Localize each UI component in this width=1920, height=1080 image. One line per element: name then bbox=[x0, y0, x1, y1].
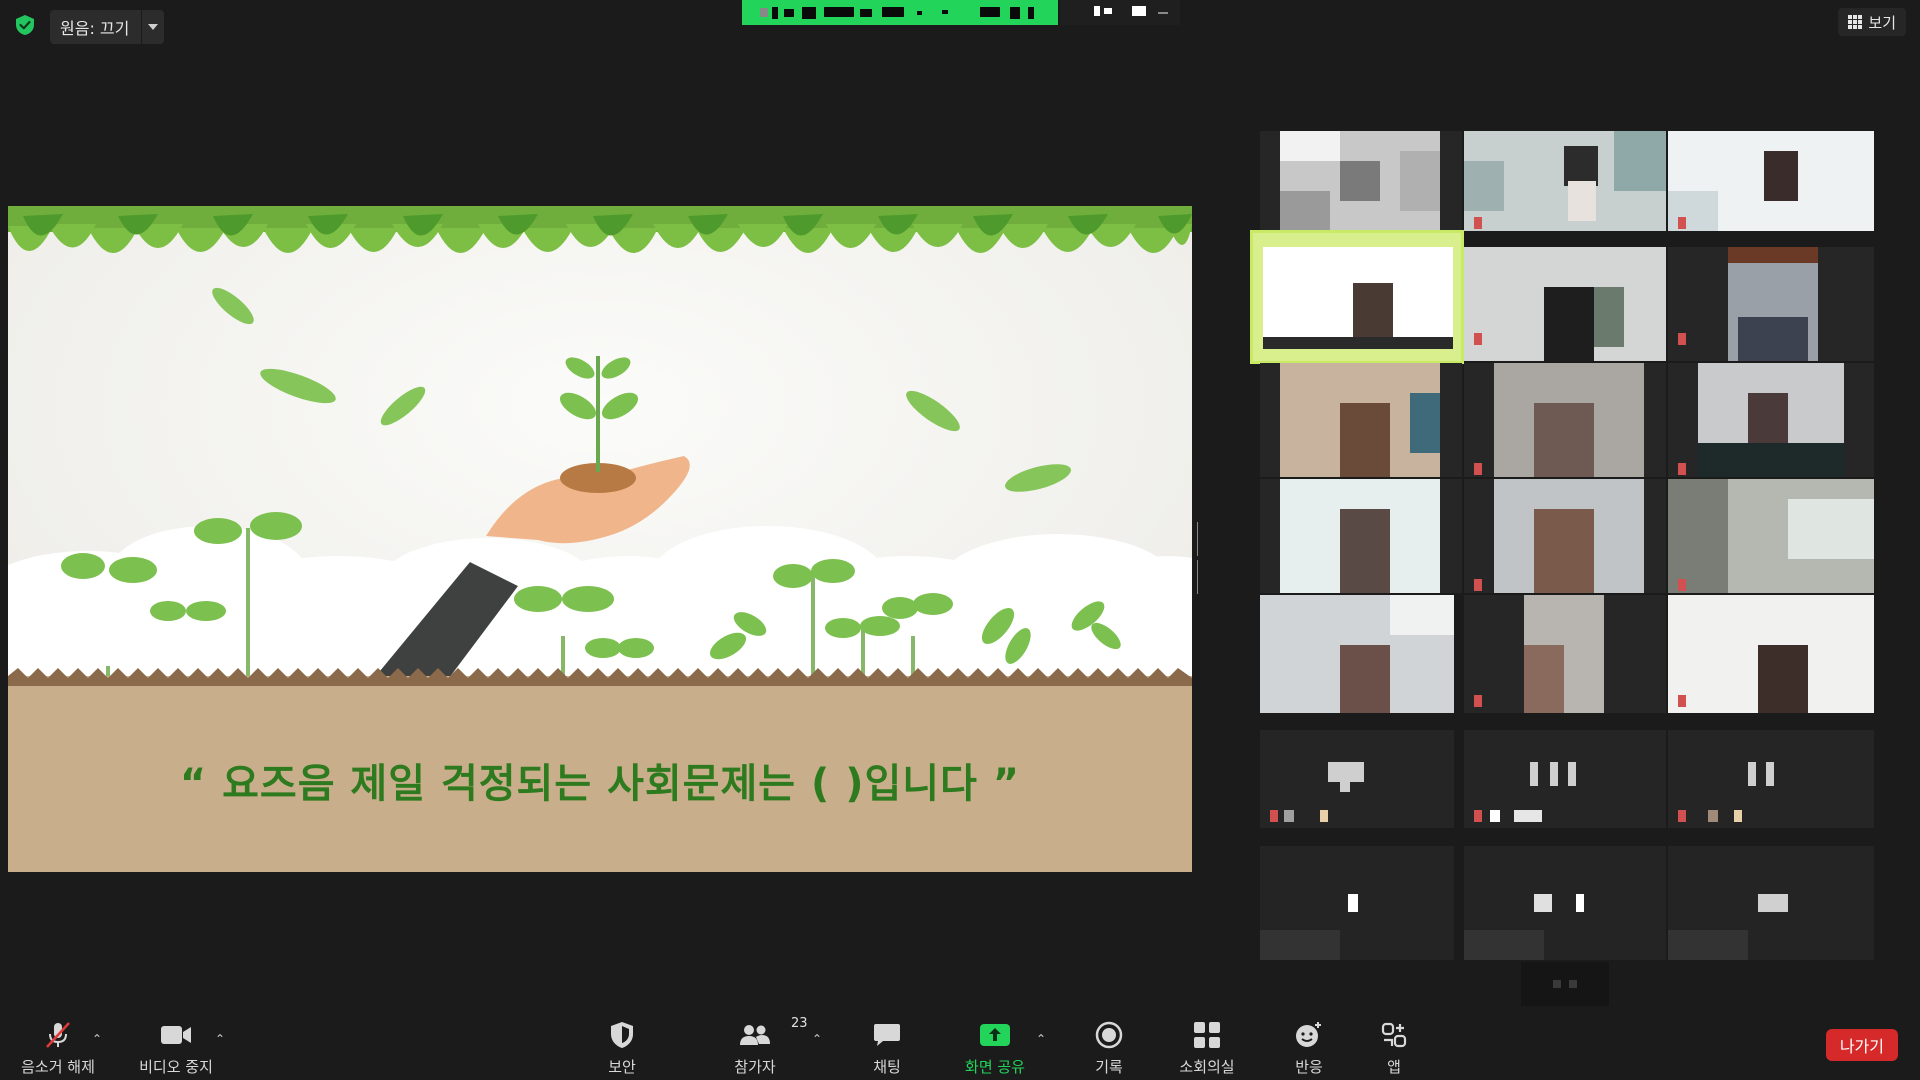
chat-bubble-icon bbox=[874, 1024, 900, 1046]
top-bar: 원음: 끄기 보기 bbox=[0, 0, 1920, 48]
breakout-rooms-button[interactable]: 소회의실 bbox=[1172, 1020, 1242, 1080]
apps-button[interactable]: 앱 bbox=[1380, 1020, 1408, 1080]
record-label: 기록 bbox=[1095, 1058, 1123, 1076]
participant-tile-video-off[interactable] bbox=[1668, 730, 1874, 828]
original-sound-control[interactable]: 원음: 끄기 bbox=[50, 10, 165, 44]
pixelated-text bbox=[980, 7, 1000, 17]
pixelated-text bbox=[1158, 12, 1168, 14]
reactions-label: 반응 bbox=[1295, 1058, 1323, 1076]
pixelated-text bbox=[942, 10, 948, 14]
record-icon bbox=[1095, 1021, 1123, 1049]
view-button[interactable]: 보기 bbox=[1838, 8, 1906, 36]
breakout-rooms-label: 소회의실 bbox=[1179, 1058, 1235, 1076]
participant-tile-video-off[interactable] bbox=[1464, 846, 1666, 960]
participant-tile[interactable] bbox=[1260, 131, 1462, 231]
chevron-up-icon[interactable]: ⌃ bbox=[1036, 1032, 1046, 1046]
pixelated-text bbox=[882, 7, 904, 17]
chevron-up-icon[interactable]: ⌃ bbox=[92, 1032, 102, 1046]
participants-button[interactable]: 23 참가자 bbox=[720, 1016, 807, 1080]
participant-tile[interactable] bbox=[1260, 595, 1454, 713]
grid-icon bbox=[1848, 15, 1863, 29]
pixelated-text bbox=[802, 7, 816, 19]
pixelated-text bbox=[917, 11, 922, 15]
participant-tile-video-off[interactable] bbox=[1464, 730, 1666, 828]
share-screen-label: 화면 공유 bbox=[965, 1058, 1025, 1076]
participant-tile[interactable] bbox=[1260, 479, 1462, 593]
leave-meeting-button[interactable]: 나가기 bbox=[1825, 1029, 1898, 1061]
apps-icon bbox=[1381, 1022, 1407, 1048]
pixelated-text bbox=[760, 8, 768, 17]
pixelated-text bbox=[1094, 6, 1100, 16]
chat-button[interactable]: 채팅 bbox=[862, 1020, 912, 1080]
pixelated-text bbox=[772, 7, 778, 19]
microphone-muted-icon bbox=[46, 1022, 70, 1048]
gallery-page-indicator[interactable] bbox=[1521, 962, 1609, 1006]
pixelated-text bbox=[1104, 8, 1112, 14]
security-label: 보안 bbox=[608, 1058, 636, 1076]
apps-label: 앱 bbox=[1387, 1058, 1401, 1076]
chevron-up-icon[interactable]: ⌃ bbox=[812, 1032, 822, 1046]
participant-tile-active-speaker[interactable] bbox=[1250, 230, 1464, 364]
reactions-button[interactable]: 반응 bbox=[1284, 1020, 1334, 1080]
participant-tile-video-off[interactable] bbox=[1260, 730, 1454, 828]
chat-label: 채팅 bbox=[873, 1058, 901, 1076]
chevron-up-icon[interactable]: ⌃ bbox=[215, 1032, 225, 1046]
security-shield-icon[interactable] bbox=[14, 14, 36, 36]
pixelated-text bbox=[860, 9, 872, 17]
participants-count: 23 bbox=[791, 1016, 808, 1031]
original-sound-label[interactable]: 원음: 끄기 bbox=[50, 15, 141, 39]
screen-share-banner-extra[interactable] bbox=[1060, 0, 1180, 25]
pixelated-text bbox=[1028, 7, 1034, 19]
participant-tile[interactable] bbox=[1464, 131, 1666, 231]
shared-screen-slide: “ 요즈음 제일 걱정되는 사회문제는 ( )입니다 ” bbox=[8, 206, 1192, 872]
share-screen-button[interactable]: 화면 공유 bbox=[960, 1020, 1030, 1080]
stop-video-button[interactable]: 비디오 중지 bbox=[134, 1020, 218, 1080]
chevron-down-icon[interactable] bbox=[141, 10, 164, 44]
share-screen-icon bbox=[980, 1024, 1010, 1046]
security-button[interactable]: 보안 bbox=[592, 1020, 652, 1080]
participant-tile[interactable] bbox=[1668, 595, 1874, 713]
unmute-label: 음소거 해제 bbox=[21, 1058, 95, 1076]
participant-tile[interactable] bbox=[1668, 131, 1874, 231]
emoji-reaction-icon bbox=[1296, 1022, 1321, 1047]
unmute-button[interactable]: 음소거 해제 bbox=[16, 1020, 100, 1080]
view-label: 보기 bbox=[1868, 13, 1896, 32]
participant-tile[interactable] bbox=[1464, 363, 1666, 477]
pixelated-text bbox=[1132, 6, 1146, 16]
participant-tile[interactable] bbox=[1464, 479, 1666, 593]
breakout-rooms-icon bbox=[1194, 1022, 1220, 1048]
screen-share-banner[interactable] bbox=[742, 0, 1058, 25]
video-camera-icon bbox=[161, 1026, 191, 1044]
participants-icon bbox=[740, 1025, 770, 1045]
participant-tile[interactable] bbox=[1668, 363, 1874, 477]
meeting-toolbar: 음소거 해제 ⌃ 비디오 중지 ⌃ 보안 23 참가자 ⌃ 채팅 화면 공유 ⌃… bbox=[0, 1010, 1920, 1080]
participant-tile-video-off[interactable] bbox=[1668, 846, 1874, 960]
slide-question-text: “ 요즈음 제일 걱정되는 사회문제는 ( )입니다 ” bbox=[179, 761, 1021, 807]
participant-tile[interactable] bbox=[1668, 479, 1874, 593]
stop-video-label: 비디오 중지 bbox=[139, 1058, 213, 1076]
pixelated-text bbox=[784, 9, 794, 17]
participant-tile[interactable] bbox=[1464, 247, 1666, 361]
record-button[interactable]: 기록 bbox=[1084, 1020, 1134, 1080]
participant-tile[interactable] bbox=[1260, 363, 1462, 477]
pixelated-text bbox=[824, 7, 854, 17]
panel-resize-handle[interactable] bbox=[1197, 522, 1201, 594]
participant-tile[interactable] bbox=[1464, 595, 1666, 713]
participants-label: 참가자 bbox=[734, 1058, 776, 1076]
pixelated-text bbox=[1010, 7, 1020, 19]
shield-icon bbox=[611, 1022, 633, 1048]
participant-tile[interactable] bbox=[1668, 247, 1874, 361]
participant-tile-video-off[interactable] bbox=[1260, 846, 1454, 960]
